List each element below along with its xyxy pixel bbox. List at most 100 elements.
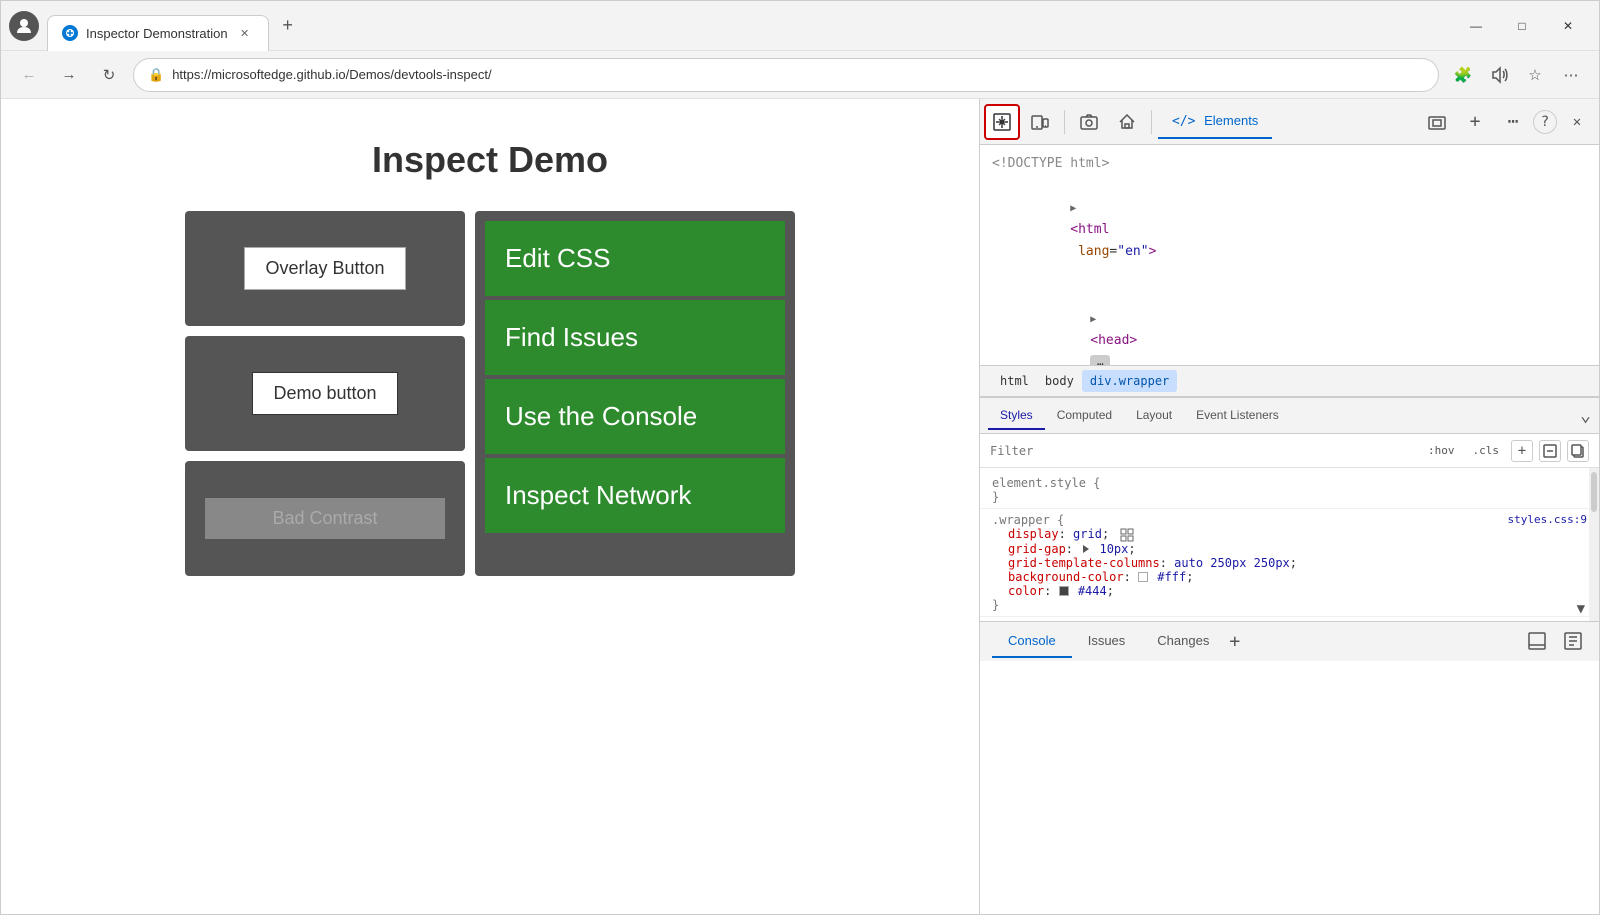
- devtools-bottom-bar: Console Issues Changes +: [980, 621, 1599, 661]
- tab-close-button[interactable]: ✕: [236, 24, 254, 42]
- bottom-settings-button[interactable]: [1559, 627, 1587, 655]
- grid-gap-triangle[interactable]: [1083, 545, 1089, 553]
- html-tree[interactable]: <!DOCTYPE html> ▶ <html lang="en"> ▶ <he…: [980, 145, 1599, 365]
- extensions-icon[interactable]: 🧩: [1447, 59, 1479, 91]
- event-listeners-tab[interactable]: Event Listeners: [1184, 402, 1291, 430]
- bad-contrast-card: Bad Contrast: [185, 461, 465, 576]
- minimize-button[interactable]: —: [1453, 10, 1499, 42]
- tab-favicon: [62, 25, 78, 41]
- edit-css-button[interactable]: Edit CSS: [485, 221, 785, 296]
- main-content: Inspect Demo Overlay Button Demo button …: [1, 99, 1599, 914]
- use-console-button[interactable]: Use the Console: [485, 379, 785, 454]
- dt-help-btn[interactable]: ?: [1533, 110, 1557, 134]
- overlay-card: Overlay Button: [185, 211, 465, 326]
- bottom-dock-button[interactable]: [1523, 627, 1551, 655]
- tab-title: Inspector Demonstration: [86, 26, 228, 41]
- read-aloud-icon[interactable]: [1483, 59, 1515, 91]
- scrollbar-thumb[interactable]: [1591, 472, 1597, 512]
- demo-grid: Overlay Button Demo button Bad Contrast …: [185, 211, 795, 576]
- head-expand[interactable]: …: [1090, 355, 1110, 365]
- dt-close-btn[interactable]: ✕: [1559, 104, 1595, 140]
- url-text: https://microsoftedge.github.io/Demos/de…: [172, 67, 1424, 82]
- title-bar: Inspector Demonstration ✕ + — □ ✕: [1, 1, 1599, 51]
- tab-bar: Inspector Demonstration ✕ +: [47, 8, 1445, 44]
- screenshot-button[interactable]: [1071, 104, 1107, 140]
- scroll-down-arrow[interactable]: ▼: [1577, 601, 1585, 617]
- element-style-selector: element.style {: [992, 476, 1587, 490]
- more-icon[interactable]: ⋯: [1555, 59, 1587, 91]
- left-column: Overlay Button Demo button Bad Contrast: [185, 211, 465, 576]
- find-issues-button[interactable]: Find Issues: [485, 300, 785, 375]
- styles-panel: Styles Computed Layout Event Listeners ⌄…: [980, 397, 1599, 621]
- home-button[interactable]: [1109, 104, 1145, 140]
- elements-tab-label: Elements: [1204, 113, 1258, 128]
- issues-tab[interactable]: Issues: [1072, 625, 1142, 658]
- toggle-all-button[interactable]: [1539, 440, 1561, 462]
- dt-screenshot-btn[interactable]: [1419, 104, 1455, 140]
- breadcrumb-wrapper[interactable]: div.wrapper: [1082, 370, 1177, 392]
- devtools-toolbar: </> Elements + ⋯ ? ✕: [980, 99, 1599, 145]
- changes-tab[interactable]: Changes: [1141, 625, 1225, 658]
- prop-color: color: #444;: [1008, 584, 1587, 598]
- toolbar-separator-1: [1064, 110, 1065, 134]
- styles-tabs: Styles Computed Layout Event Listeners ⌄: [980, 398, 1599, 434]
- demo-button[interactable]: Demo button: [252, 372, 397, 415]
- reload-button[interactable]: ↻: [93, 59, 125, 91]
- bad-contrast-button[interactable]: Bad Contrast: [205, 498, 445, 539]
- elements-tab-icon: </>: [1172, 114, 1195, 129]
- breadcrumb-html[interactable]: html: [992, 370, 1037, 392]
- page-title: Inspect Demo: [372, 139, 608, 181]
- maximize-button[interactable]: □: [1499, 10, 1545, 42]
- wrapper-rule-header: .wrapper { styles.css:9: [992, 513, 1587, 527]
- overlay-button[interactable]: Overlay Button: [244, 247, 405, 290]
- right-column: Edit CSS Find Issues Use the Console Ins…: [475, 211, 795, 576]
- new-tab-button[interactable]: +: [273, 11, 303, 41]
- color-swatch[interactable]: [1059, 586, 1069, 596]
- element-style-rule: element.style { }: [980, 472, 1599, 509]
- add-tab-button[interactable]: +: [1229, 631, 1240, 652]
- bg-color-swatch[interactable]: [1138, 572, 1148, 582]
- profile-area: [9, 11, 39, 41]
- devtools-panel: </> Elements + ⋯ ? ✕: [979, 99, 1599, 914]
- css-rules: element.style { } .wrapper { styles.css:…: [980, 468, 1599, 621]
- back-button[interactable]: ←: [13, 59, 45, 91]
- inspect-element-button[interactable]: [984, 104, 1020, 140]
- styles-more-button[interactable]: ⌄: [1580, 405, 1591, 426]
- inspect-network-button[interactable]: Inspect Network: [485, 458, 785, 533]
- elements-tab[interactable]: </> Elements: [1158, 105, 1272, 139]
- cls-button[interactable]: .cls: [1467, 441, 1506, 460]
- window-controls: — □ ✕: [1453, 10, 1591, 42]
- url-bar[interactable]: 🔒 https://microsoftedge.github.io/Demos/…: [133, 58, 1439, 92]
- prop-grid-template: grid-template-columns: auto 250px 250px;: [1008, 556, 1587, 570]
- device-emulation-button[interactable]: [1022, 104, 1058, 140]
- filter-input[interactable]: [990, 444, 1416, 458]
- html-line-head: ▶ <head> … </head>: [992, 286, 1587, 365]
- wrapper-rule-close: }: [992, 598, 1587, 612]
- forward-button[interactable]: →: [53, 59, 85, 91]
- breadcrumb-body[interactable]: body: [1037, 370, 1082, 392]
- styles-tab[interactable]: Styles: [988, 402, 1045, 430]
- dt-more-btn[interactable]: ⋯: [1495, 104, 1531, 140]
- copy-style-button[interactable]: [1567, 440, 1589, 462]
- hov-button[interactable]: :hov: [1422, 441, 1461, 460]
- favorites-icon[interactable]: ☆: [1519, 59, 1551, 91]
- source-link[interactable]: styles.css:9: [1508, 513, 1587, 526]
- profile-icon[interactable]: [9, 11, 39, 41]
- wrapper-props: display: grid; grid-gap:: [992, 527, 1587, 598]
- html-line-doctype: <!DOCTYPE html>: [992, 153, 1587, 175]
- toolbar-icons: 🧩 ☆ ⋯: [1447, 59, 1587, 91]
- layout-tab[interactable]: Layout: [1124, 402, 1184, 430]
- close-button[interactable]: ✕: [1545, 10, 1591, 42]
- browser-tab[interactable]: Inspector Demonstration ✕: [47, 15, 269, 51]
- scrollbar-track[interactable]: [1589, 468, 1599, 621]
- prop-display: display: grid;: [1008, 527, 1587, 542]
- dt-new-tab-btn[interactable]: +: [1457, 104, 1493, 140]
- lock-icon: 🔒: [148, 67, 164, 83]
- console-tab[interactable]: Console: [992, 625, 1072, 658]
- filter-bar: :hov .cls +: [980, 434, 1599, 468]
- element-style-close: }: [992, 490, 1587, 504]
- add-style-button[interactable]: +: [1511, 440, 1533, 462]
- grid-icon[interactable]: [1120, 528, 1134, 542]
- computed-tab[interactable]: Computed: [1045, 402, 1124, 430]
- devtools-right-icons: + ⋯ ? ✕: [1419, 104, 1595, 140]
